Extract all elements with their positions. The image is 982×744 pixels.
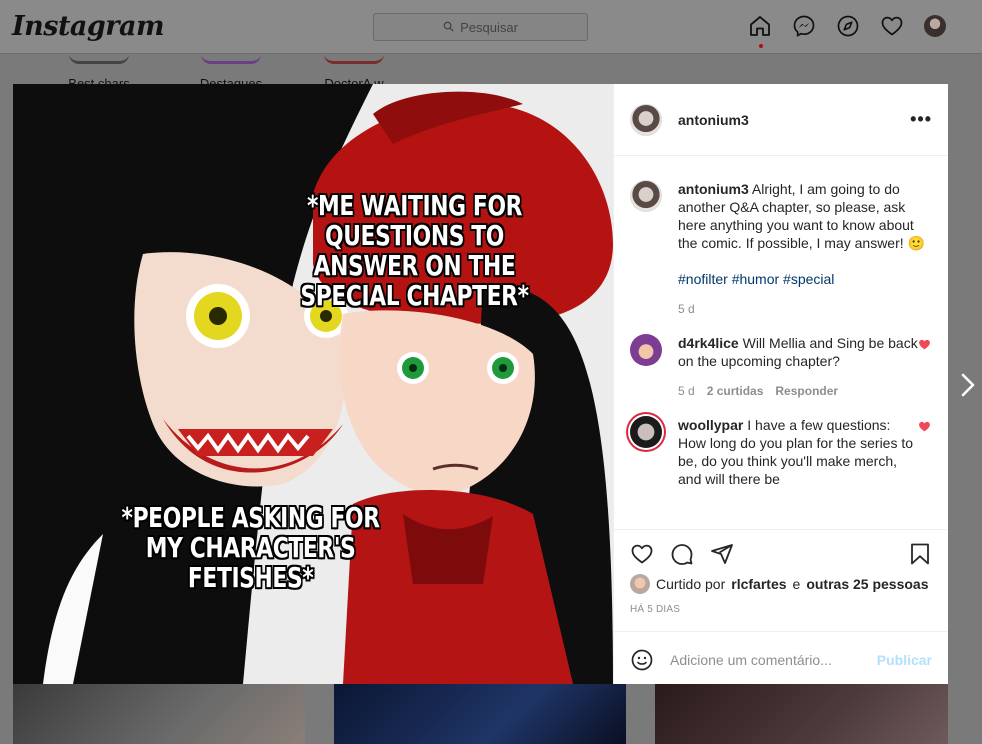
emoji-icon[interactable] [630,648,654,672]
like-heart-icon[interactable] [630,542,654,566]
grid-post-thumbnail[interactable] [655,684,948,744]
comment-like-heart-icon[interactable] [918,338,932,400]
highlight-ring [324,54,384,64]
home-active-dot [759,44,763,48]
publish-button[interactable]: Publicar [877,652,932,668]
post-sidebar: antonium3 ••• antonium3 Alright, I am go… [613,84,948,684]
home-icon[interactable] [748,14,772,38]
caption-body: antonium3 Alright, I am going to do anot… [678,180,932,318]
author-username[interactable]: antonium3 [678,112,910,128]
search-input[interactable]: Pesquisar [373,13,588,41]
caption-comment: antonium3 Alright, I am going to do anot… [630,180,932,318]
comment-item: woollypar I have a few questions: How lo… [630,416,932,488]
comment-likes[interactable]: 2 curtidas [707,382,764,400]
caption-meta: 5 d [678,300,932,318]
post-actions: Curtido por rlcfartes e outras 25 pessoa… [614,529,948,684]
grid-post-thumbnail[interactable] [13,684,305,744]
comment-meta: 5 d 2 curtidas Responder [678,382,918,400]
liked-by-others[interactable]: outras 25 pessoas [806,576,928,592]
activity-heart-icon[interactable] [880,14,904,38]
search-icon [443,20,454,35]
more-options-icon[interactable]: ••• [910,109,932,130]
caption-author-avatar[interactable] [630,180,662,212]
next-post-chevron-icon[interactable] [958,372,978,403]
action-icons-row [614,530,948,574]
explore-icon[interactable] [836,14,860,38]
comment-bubble-icon[interactable] [670,542,694,566]
save-bookmark-icon[interactable] [908,542,932,566]
comment-body: woollypar I have a few questions: How lo… [678,416,918,488]
highlight-ring [201,54,261,64]
reply-button[interactable]: Responder [775,382,838,400]
post-timestamp[interactable]: HÁ 5 DIAS [614,594,948,615]
top-navigation-bar: Instagram Pesquisar [0,0,982,54]
image-caption-bottom: *People asking for my character's fetish… [121,501,381,594]
caption-hashtags[interactable]: #nofilter #humor #special [678,270,932,288]
liked-by-joiner: e [792,576,801,592]
author-avatar[interactable] [630,103,662,136]
comment-time: 5 d [678,384,695,398]
post-image[interactable]: *Me waiting for questions to answer on t… [13,84,613,684]
share-paper-plane-icon[interactable] [710,542,734,566]
comment-input[interactable]: Adicione um comentário... [670,652,877,668]
comment-like-heart-icon[interactable] [918,420,932,488]
post-illustration [13,84,613,684]
comments-list: antonium3 Alright, I am going to do anot… [614,156,948,529]
instagram-logo[interactable]: Instagram [12,11,165,42]
grid-post-thumbnail[interactable] [334,684,626,744]
image-caption-top: *Me waiting for questions to answer on t… [300,189,529,312]
add-comment-bar: Adicione um comentário... Publicar [614,631,948,687]
commenter-avatar[interactable] [630,416,662,448]
post-header: antonium3 ••• [614,84,948,156]
post-modal: *Me waiting for questions to answer on t… [13,84,948,684]
liked-by: Curtido por rlcfartes e outras 25 pessoa… [614,574,948,594]
search-placeholder: Pesquisar [460,19,518,35]
liked-by-user[interactable]: rlcfartes [731,576,786,592]
liked-by-prefix: Curtido por [656,576,726,592]
commenter-avatar[interactable] [630,334,662,366]
comment-username[interactable]: d4rk4lice [678,335,739,351]
story-highlights: Best chars Destaques DoctorA w [0,54,982,91]
nav-icons [748,14,946,38]
comment-username[interactable]: woollypar [678,417,743,433]
liker-avatar[interactable] [630,574,650,594]
profile-avatar[interactable] [924,15,946,37]
highlight-ring [69,54,129,64]
caption-time: 5 d [678,302,695,316]
comment-body: d4rk4lice Will Mellia and Sing be back o… [678,334,918,400]
comment-item: d4rk4lice Will Mellia and Sing be back o… [630,334,932,400]
caption-username[interactable]: antonium3 [678,181,749,197]
messenger-icon[interactable] [792,14,816,38]
